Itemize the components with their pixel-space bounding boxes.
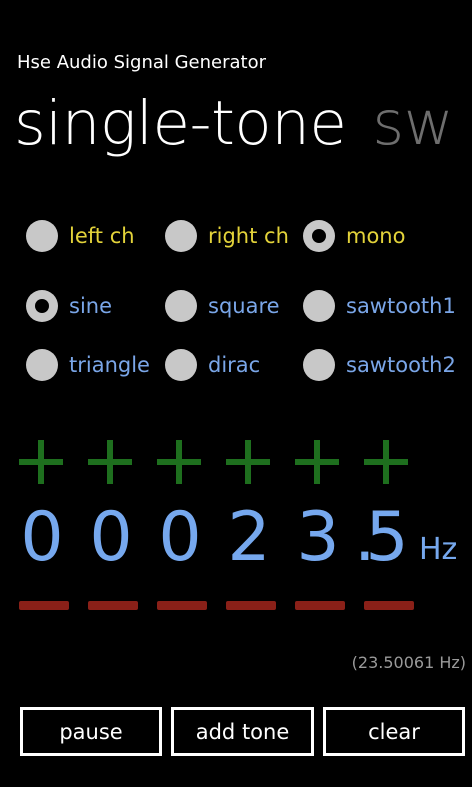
pause-button[interactable]: pause bbox=[20, 707, 162, 756]
radio-label-sawtooth2: sawtooth2 bbox=[346, 353, 456, 377]
frequency-digit-2: 0 bbox=[89, 498, 133, 577]
pivot-header: single-tone sw bbox=[14, 88, 454, 159]
radio-label-triangle: triangle bbox=[69, 353, 150, 377]
radio-sawtooth1[interactable]: sawtooth1 bbox=[303, 289, 456, 323]
radio-circle-sine[interactable] bbox=[26, 290, 58, 322]
increment-digit-2-button[interactable] bbox=[88, 440, 132, 484]
add-tone-button[interactable]: add tone bbox=[171, 707, 314, 756]
frequency-unit: Hz bbox=[419, 532, 458, 567]
radio-square[interactable]: square bbox=[165, 289, 280, 323]
radio-sawtooth2[interactable]: sawtooth2 bbox=[303, 348, 456, 382]
frequency-digit-5: 3 bbox=[296, 498, 340, 577]
radio-right-channel[interactable]: right ch bbox=[165, 219, 289, 253]
clear-button[interactable]: clear bbox=[323, 707, 465, 756]
frequency-digit-1: 0 bbox=[20, 498, 64, 577]
radio-triangle[interactable]: triangle bbox=[26, 348, 150, 382]
radio-circle-left-channel[interactable] bbox=[26, 220, 58, 252]
increment-digit-1-button[interactable] bbox=[19, 440, 63, 484]
frequency-digit-6: 5 bbox=[365, 498, 409, 577]
decrement-digit-2-button[interactable] bbox=[88, 601, 138, 610]
radio-label-mono: mono bbox=[346, 224, 406, 248]
radio-dirac[interactable]: dirac bbox=[165, 348, 260, 382]
radio-left-channel[interactable]: left ch bbox=[26, 219, 135, 253]
radio-label-square: square bbox=[208, 294, 280, 318]
radio-label-left-channel: left ch bbox=[69, 224, 135, 248]
radio-label-sine: sine bbox=[69, 294, 113, 318]
decrement-digit-1-button[interactable] bbox=[19, 601, 69, 610]
radio-label-right-channel: right ch bbox=[208, 224, 289, 248]
pivot-item-single-tone[interactable]: single-tone bbox=[14, 88, 347, 159]
radio-circle-right-channel[interactable] bbox=[165, 220, 197, 252]
decrement-digit-6-button[interactable] bbox=[364, 601, 414, 610]
frequency-digit-4: 2 bbox=[227, 498, 271, 577]
radio-circle-square[interactable] bbox=[165, 290, 197, 322]
frequency-digit-3: 0 bbox=[158, 498, 202, 577]
radio-circle-mono[interactable] bbox=[303, 220, 335, 252]
radio-label-sawtooth1: sawtooth1 bbox=[346, 294, 456, 318]
radio-circle-dirac[interactable] bbox=[165, 349, 197, 381]
radio-sine[interactable]: sine bbox=[26, 289, 112, 323]
decrement-digit-4-button[interactable] bbox=[226, 601, 276, 610]
radio-circle-triangle[interactable] bbox=[26, 349, 58, 381]
decrement-digit-5-button[interactable] bbox=[295, 601, 345, 610]
decrement-digit-3-button[interactable] bbox=[157, 601, 207, 610]
increment-digit-4-button[interactable] bbox=[226, 440, 270, 484]
radio-mono[interactable]: mono bbox=[303, 219, 405, 253]
radio-label-dirac: dirac bbox=[208, 353, 261, 377]
increment-digit-5-button[interactable] bbox=[295, 440, 339, 484]
pivot-item-next[interactable]: sw bbox=[372, 88, 453, 159]
app-title: Hse Audio Signal Generator bbox=[17, 52, 267, 73]
radio-circle-sawtooth2[interactable] bbox=[303, 349, 335, 381]
increment-digit-6-button[interactable] bbox=[364, 440, 408, 484]
radio-circle-sawtooth1[interactable] bbox=[303, 290, 335, 322]
increment-digit-3-button[interactable] bbox=[157, 440, 201, 484]
exact-frequency-readout: (23.50061 Hz) bbox=[351, 653, 466, 672]
